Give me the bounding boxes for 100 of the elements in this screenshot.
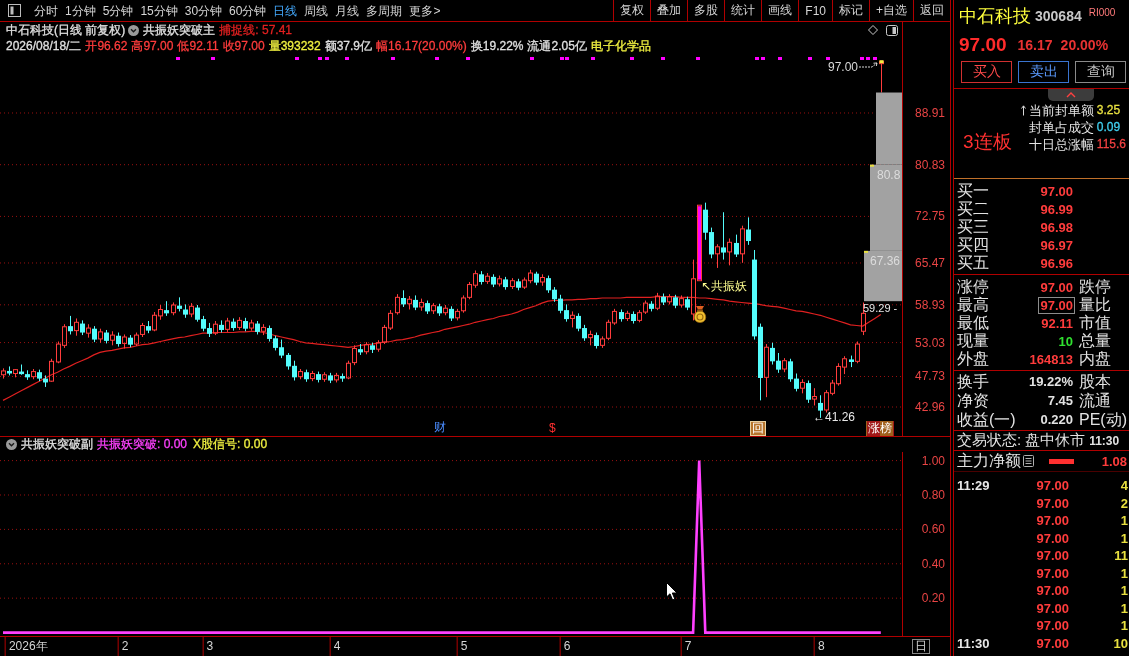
money-bag-icon: [692, 305, 708, 323]
toolbar-button[interactable]: 统计: [724, 0, 762, 21]
rising-candle: [249, 319, 254, 332]
main-net-value: 1.08: [1101, 453, 1128, 469]
rising-candle: [298, 368, 303, 380]
period-tab[interactable]: 更多>: [406, 0, 444, 21]
stat-value: 0.09: [1096, 119, 1122, 136]
rising-candle: [213, 320, 218, 336]
falling-candle: [594, 332, 599, 350]
trade-status-value: 盘中休市: [1025, 431, 1086, 450]
falling-candle: [146, 320, 151, 334]
panel-toggle-icon[interactable]: [8, 4, 21, 17]
rising-candle: [13, 368, 18, 378]
toolbar-button[interactable]: +自选: [869, 0, 913, 21]
buy-button[interactable]: 买入: [961, 61, 1012, 83]
value-axis-label: 0.60: [921, 522, 945, 537]
diamond-icon[interactable]: [868, 25, 878, 35]
tick-price: 97.00: [1036, 548, 1069, 564]
quote-field: 2026/08/18/二: [6, 38, 82, 54]
toolbar-button[interactable]: 画线: [761, 0, 799, 21]
period-tab[interactable]: 30分钟: [181, 0, 226, 21]
stat-value: 115.6: [1096, 136, 1126, 153]
dollar-marker[interactable]: $: [547, 421, 558, 436]
period-tab[interactable]: 15分钟: [137, 0, 181, 21]
period-tab[interactable]: 日线: [270, 0, 301, 21]
period-tab[interactable]: 60分钟: [226, 0, 270, 21]
signal-marker-icon: [873, 57, 877, 60]
falling-candle: [479, 270, 484, 286]
falling-candle: [92, 325, 97, 343]
period-tab[interactable]: 1分钟: [62, 0, 99, 21]
price-axis-label: 53.03: [914, 335, 945, 350]
review-marker[interactable]: 回: [750, 421, 766, 436]
limit-up-marker-icon: [879, 60, 884, 64]
chevron-down-icon[interactable]: [6, 439, 17, 450]
falling-candle: [534, 271, 539, 286]
list-icon[interactable]: [1023, 455, 1034, 467]
quote-field: 额37.9亿: [324, 38, 373, 54]
toolbar-button[interactable]: 复权: [613, 0, 651, 21]
block-label: 67.36: [870, 255, 901, 268]
tick-price: 97.00: [1036, 618, 1069, 634]
period-tab[interactable]: 月线: [332, 0, 363, 21]
rising-candle: [1, 367, 6, 380]
period-tab[interactable]: 5分钟: [99, 0, 137, 21]
time-axis-label: 4: [329, 637, 343, 656]
tick-volume: 1: [1120, 583, 1129, 599]
falling-candle: [631, 310, 636, 325]
period-button[interactable]: 日: [912, 639, 930, 654]
bid-price: 96.96: [1039, 254, 1074, 272]
falling-candle: [340, 373, 345, 383]
falling-candle: [673, 294, 678, 309]
toolbar-button[interactable]: 标记: [832, 0, 869, 21]
rising-candle: [740, 225, 745, 264]
tick-volume: 1: [1120, 600, 1129, 616]
chevron-down-icon[interactable]: [128, 24, 140, 36]
sell-button[interactable]: 卖出: [1018, 61, 1069, 83]
stat-label: 十日总涨幅: [1028, 136, 1094, 153]
rising-candle: [800, 378, 805, 394]
quote-field: 电子化学品: [590, 38, 651, 54]
legend-label: 共振妖突破: [97, 437, 157, 452]
window-icon[interactable]: [886, 24, 898, 36]
signal-marker-icon: [435, 57, 439, 60]
rising-candle: [98, 328, 103, 344]
period-tab[interactable]: 分时: [31, 0, 61, 21]
stock-name: 中石科技: [959, 5, 1031, 28]
period-tab[interactable]: 多周期: [363, 0, 406, 21]
time-axis-label: 8: [813, 637, 827, 656]
expand-handle[interactable]: [1048, 89, 1094, 101]
toolbar-button[interactable]: 多股: [687, 0, 725, 21]
period-tab[interactable]: 周线: [301, 0, 332, 21]
block-label: 80.8: [877, 169, 901, 182]
rank-badge[interactable]: 涨榜: [866, 421, 894, 436]
toolbar-button[interactable]: F10: [798, 0, 832, 21]
trade-time: 11:30: [1089, 433, 1120, 448]
falling-candle: [437, 303, 442, 317]
query-button[interactable]: 查询: [1075, 61, 1126, 83]
falling-candle: [685, 296, 690, 311]
finance-marker[interactable]: 财: [432, 420, 448, 435]
stat-label: 市值: [1079, 314, 1112, 332]
falling-candle: [516, 278, 521, 291]
rising-candle: [540, 273, 545, 287]
tick-volume: 10: [1113, 635, 1129, 651]
toolbar-button[interactable]: 返回: [913, 0, 950, 21]
time-axis-label: 2026年: [4, 637, 50, 656]
stat-value: 0.220: [1039, 411, 1074, 428]
quote-field: 换19.22%: [470, 38, 524, 54]
falling-candle: [806, 380, 811, 404]
stat-value: 97.00: [1039, 278, 1074, 296]
signal-marker-icon: [318, 57, 322, 60]
toolbar-button[interactable]: 叠加: [650, 0, 688, 21]
rising-candle: [86, 323, 91, 339]
signal-marker-icon: [630, 57, 634, 60]
signal-marker-icon: [761, 57, 765, 60]
signal-marker-icon: [860, 57, 864, 60]
last-price: 97.00: [959, 34, 1007, 56]
rising-candle: [49, 358, 54, 383]
tick-price: 97.00: [1036, 600, 1069, 616]
stat-label: 净资: [957, 391, 990, 410]
signal-marker-icon: [345, 57, 349, 60]
price-axis-label: 42.96: [914, 400, 945, 414]
falling-candle: [164, 300, 169, 317]
